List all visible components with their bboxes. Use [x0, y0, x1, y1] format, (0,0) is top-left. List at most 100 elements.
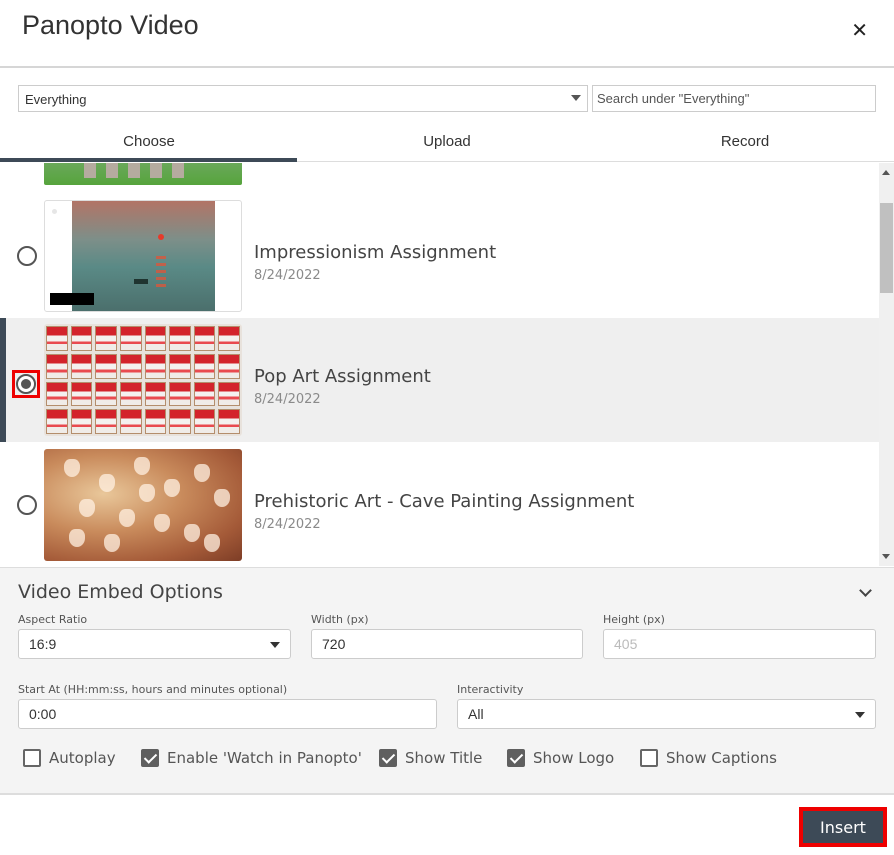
video-title: Impressionism Assignment	[254, 242, 497, 263]
list-scrollbar[interactable]	[879, 163, 894, 566]
soup-can-graphic	[193, 326, 216, 351]
video-row[interactable]: Impressionism Assignment 8/24/2022	[0, 194, 879, 318]
hand-print-graphic	[134, 457, 150, 475]
hand-print-graphic	[139, 484, 155, 502]
soup-can-graphic	[218, 381, 240, 407]
soup-can-graphic	[70, 409, 93, 434]
autoplay-checkbox[interactable]: Autoplay	[23, 749, 116, 767]
soup-can-graphic	[70, 353, 93, 379]
soup-can-graphic	[193, 353, 216, 379]
scrollbar-thumb[interactable]	[880, 203, 893, 293]
tab-upload[interactable]: Upload	[298, 125, 596, 161]
dropdown-arrow-icon	[571, 95, 581, 101]
video-row-selected[interactable]: Pop Art Assignment 8/24/2022	[0, 318, 879, 442]
soup-can-graphic	[218, 409, 240, 434]
video-thumbnail[interactable]	[44, 200, 242, 312]
hand-print-graphic	[154, 514, 170, 532]
checkbox-checked-icon[interactable]	[379, 749, 397, 767]
tab-record[interactable]: Record	[596, 125, 894, 161]
close-icon[interactable]: ✕	[851, 18, 868, 42]
soup-can-graphic	[144, 353, 167, 379]
video-radio[interactable]	[16, 374, 36, 394]
video-title: Prehistoric Art - Cave Painting Assignme…	[254, 491, 635, 512]
hand-print-graphic	[204, 534, 220, 552]
show-captions-checkbox[interactable]: Show Captions	[640, 749, 777, 767]
start-at-value: 0:00	[29, 706, 57, 722]
checkbox-checked-icon[interactable]	[141, 749, 159, 767]
folder-select-value: Everything	[25, 92, 87, 107]
soup-can-graphic	[95, 353, 117, 379]
soup-can-graphic	[70, 381, 93, 407]
soup-can-graphic	[119, 409, 142, 434]
show-captions-label: Show Captions	[666, 749, 777, 767]
hand-print-graphic	[79, 499, 95, 517]
width-label: Width (px)	[311, 613, 369, 626]
width-input[interactable]: 720	[311, 629, 583, 659]
interactivity-select[interactable]: All	[457, 699, 876, 729]
width-value: 720	[322, 636, 346, 652]
video-thumbnail[interactable]	[44, 324, 242, 436]
dropdown-arrow-icon	[270, 642, 280, 648]
hand-print-graphic	[69, 529, 85, 547]
soup-can-graphic	[46, 381, 68, 407]
search-input[interactable]	[592, 85, 876, 112]
soup-can-graphic	[95, 381, 117, 407]
soup-can-graphic	[218, 326, 240, 351]
soup-can-graphic	[70, 326, 93, 351]
soup-can-graphic	[169, 381, 191, 407]
scroll-up-icon[interactable]	[882, 170, 890, 175]
folder-select[interactable]: Everything	[18, 85, 588, 112]
soup-can-graphic	[169, 353, 191, 379]
video-radio[interactable]	[17, 246, 37, 266]
video-radio[interactable]	[17, 495, 37, 515]
video-thumbnail-partial[interactable]	[44, 163, 242, 185]
height-value: 405	[614, 636, 638, 652]
soup-can-graphic	[119, 381, 142, 407]
video-date: 8/24/2022	[254, 392, 321, 407]
soup-can-graphic	[95, 326, 117, 351]
hand-print-graphic	[104, 534, 120, 552]
insert-button[interactable]: Insert	[803, 811, 883, 843]
checkbox-checked-icon[interactable]	[507, 749, 525, 767]
autoplay-label: Autoplay	[49, 749, 116, 767]
soup-can-graphic	[46, 326, 68, 351]
tab-choose[interactable]: Choose	[0, 125, 298, 162]
hand-print-graphic	[184, 524, 200, 542]
start-at-input[interactable]: 0:00	[18, 699, 437, 729]
scroll-down-icon[interactable]	[882, 554, 890, 559]
aspect-ratio-select[interactable]: 16:9	[18, 629, 291, 659]
dialog-title: Panopto Video	[22, 10, 199, 40]
soup-can-graphic	[144, 326, 167, 351]
video-date: 8/24/2022	[254, 268, 321, 283]
height-input: 405	[603, 629, 876, 659]
soup-can-graphic	[144, 409, 167, 434]
hand-print-graphic	[194, 464, 210, 482]
soup-can-graphic	[119, 326, 142, 351]
chevron-down-icon[interactable]	[859, 584, 872, 597]
hand-print-graphic	[164, 479, 180, 497]
show-title-checkbox[interactable]: Show Title	[379, 749, 482, 767]
video-row[interactable]: Prehistoric Art - Cave Painting Assignme…	[0, 443, 879, 566]
soup-can-graphic	[193, 409, 216, 434]
hand-print-graphic	[64, 459, 80, 477]
aspect-ratio-label: Aspect Ratio	[18, 613, 88, 626]
checkbox-unchecked-icon[interactable]	[23, 749, 41, 767]
hand-print-graphic	[214, 489, 230, 507]
hand-print-graphic	[99, 474, 115, 492]
embed-options-panel: Video Embed Options Aspect Ratio 16:9 Wi…	[0, 567, 894, 795]
video-date: 8/24/2022	[254, 517, 321, 532]
soup-can-graphic	[193, 381, 216, 407]
video-thumbnail[interactable]	[44, 449, 242, 561]
watch-in-panopto-checkbox[interactable]: Enable 'Watch in Panopto'	[141, 749, 362, 767]
checkbox-unchecked-icon[interactable]	[640, 749, 658, 767]
show-logo-checkbox[interactable]: Show Logo	[507, 749, 614, 767]
filter-row: Everything	[18, 85, 876, 112]
soup-can-graphic	[46, 353, 68, 379]
soup-can-graphic	[119, 353, 142, 379]
soup-can-graphic	[46, 409, 68, 434]
dialog-header: Panopto Video ✕	[0, 0, 894, 68]
insert-highlight-box: Insert	[799, 807, 887, 847]
interactivity-value: All	[468, 706, 484, 722]
hand-print-graphic	[119, 509, 135, 527]
tab-bar: Choose Upload Record	[0, 125, 894, 162]
